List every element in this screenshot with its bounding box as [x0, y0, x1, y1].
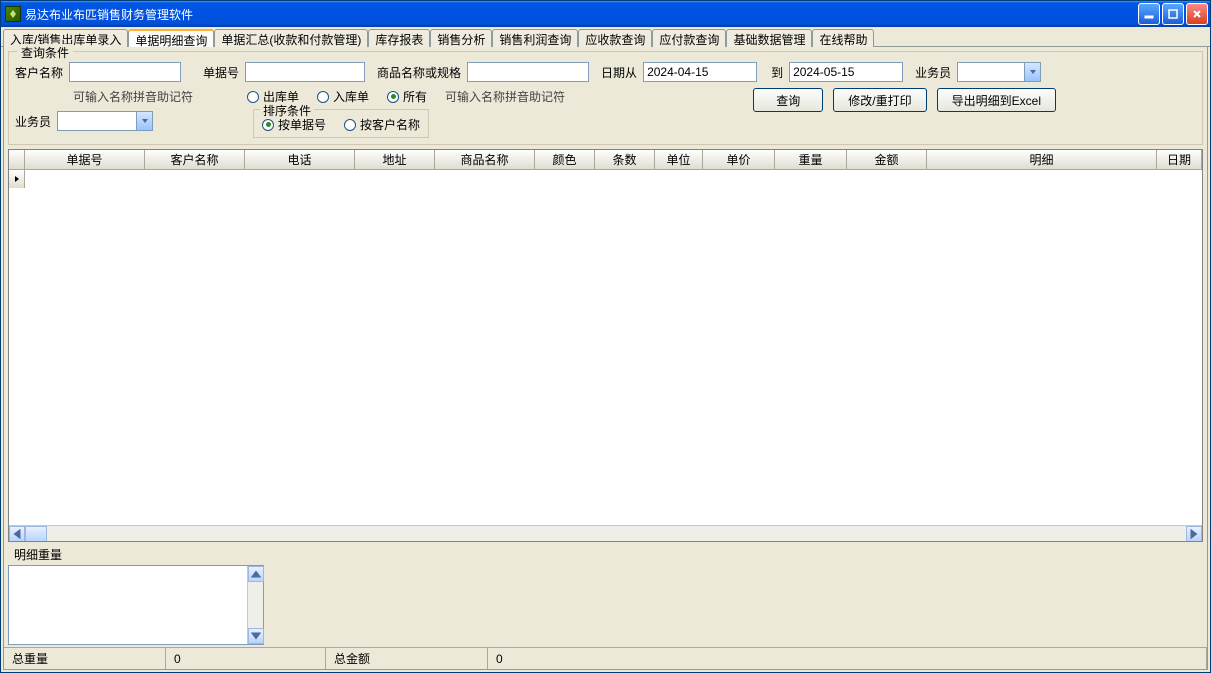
- customer-label: 客户名称: [15, 64, 63, 81]
- col-phone[interactable]: 电话: [245, 150, 355, 169]
- sales-combo[interactable]: [957, 62, 1041, 82]
- detail-area: 明细重量: [8, 546, 1203, 645]
- total-amount-label: 总金额: [326, 648, 488, 669]
- scroll-thumb[interactable]: [25, 526, 47, 542]
- chevron-down-icon[interactable]: [1024, 63, 1040, 81]
- date-from-label: 日期从: [601, 64, 637, 81]
- main-tabs: 入库/销售出库单录入 单据明细查询 单据汇总(收款和付款管理) 库存报表 销售分…: [1, 27, 1210, 47]
- col-detail[interactable]: 明细: [927, 150, 1157, 169]
- titlebar: 易达布业布匹销售财务管理软件: [1, 1, 1210, 27]
- product-label: 商品名称或规格: [377, 64, 461, 81]
- col-amount[interactable]: 金额: [847, 150, 927, 169]
- col-docno[interactable]: 单据号: [25, 150, 145, 169]
- tab-help[interactable]: 在线帮助: [812, 29, 874, 47]
- chevron-down-icon[interactable]: [136, 112, 152, 130]
- export-excel-button[interactable]: 导出明细到Excel: [937, 88, 1056, 112]
- window-title: 易达布业布匹销售财务管理软件: [25, 6, 1138, 23]
- date-from-input[interactable]: [643, 62, 757, 82]
- date-to-label: 到: [771, 64, 783, 81]
- sales-combo-input[interactable]: [958, 63, 1024, 81]
- tab-payable[interactable]: 应付款查询: [652, 29, 726, 47]
- date-to-input[interactable]: [789, 62, 903, 82]
- minimize-button[interactable]: [1138, 3, 1160, 25]
- radio-sort-customer[interactable]: 按客户名称: [344, 116, 420, 133]
- vertical-scrollbar[interactable]: [247, 566, 263, 644]
- row-indicator: [9, 170, 25, 188]
- scroll-up-icon[interactable]: [248, 566, 264, 582]
- col-weight[interactable]: 重量: [775, 150, 847, 169]
- query-button[interactable]: 查询: [753, 88, 823, 112]
- total-weight-value: 0: [166, 648, 326, 669]
- col-address[interactable]: 地址: [355, 150, 435, 169]
- tab-basic-data[interactable]: 基础数据管理: [726, 29, 812, 47]
- docno-label: 单据号: [203, 64, 239, 81]
- product-input[interactable]: [467, 62, 589, 82]
- sales-label: 业务员: [915, 64, 951, 81]
- col-unit[interactable]: 单位: [655, 150, 703, 169]
- grid-header: 单据号 客户名称 电话 地址 商品名称 颜色 条数 单位 单价 重量 金额 明细…: [9, 150, 1202, 170]
- status-bar: 总重量 0 总金额 0: [4, 647, 1207, 669]
- customer-input[interactable]: [69, 62, 181, 82]
- result-grid: 单据号 客户名称 电话 地址 商品名称 颜色 条数 单位 单价 重量 金额 明细…: [8, 149, 1203, 542]
- sales2-label: 业务员: [15, 113, 51, 130]
- col-date[interactable]: 日期: [1157, 150, 1202, 169]
- col-count[interactable]: 条数: [595, 150, 655, 169]
- app-icon: [5, 6, 21, 22]
- sales2-combo[interactable]: [57, 111, 153, 131]
- col-product[interactable]: 商品名称: [435, 150, 535, 169]
- tab-summary[interactable]: 单据汇总(收款和付款管理): [214, 29, 368, 47]
- sort-group: 排序条件 按单据号 按客户名称: [253, 109, 429, 138]
- tab-inventory-report[interactable]: 库存报表: [368, 29, 430, 47]
- detail-title: 明细重量: [14, 546, 1203, 563]
- customer-hint: 可输入名称拼音助记符: [73, 88, 193, 105]
- maximize-button[interactable]: [1162, 3, 1184, 25]
- tab-profit-query[interactable]: 销售利润查询: [492, 29, 578, 47]
- tab-sales-analysis[interactable]: 销售分析: [430, 29, 492, 47]
- sales2-combo-input[interactable]: [58, 112, 136, 130]
- tab-receivable[interactable]: 应收款查询: [578, 29, 652, 47]
- grid-body[interactable]: [9, 170, 1202, 525]
- col-indicator: [9, 150, 25, 169]
- reprint-button[interactable]: 修改/重打印: [833, 88, 926, 112]
- scroll-down-icon[interactable]: [248, 628, 264, 644]
- detail-textarea[interactable]: [9, 566, 247, 644]
- sort-title: 排序条件: [260, 102, 314, 119]
- col-customer[interactable]: 客户名称: [145, 150, 245, 169]
- col-color[interactable]: 颜色: [535, 150, 595, 169]
- total-amount-value: 0: [488, 648, 1207, 669]
- scroll-right-icon[interactable]: [1186, 526, 1202, 542]
- detail-weight-box: [8, 565, 264, 645]
- total-weight-label: 总重量: [4, 648, 166, 669]
- radio-inbound[interactable]: 入库单: [317, 88, 369, 105]
- close-button[interactable]: [1186, 3, 1208, 25]
- query-fieldset: 查询条件 客户名称 单据号 商品名称或规格 日期从 到 业务员: [8, 51, 1203, 145]
- radio-all[interactable]: 所有: [387, 88, 427, 105]
- tab-detail-query[interactable]: 单据明细查询: [128, 29, 214, 47]
- horizontal-scrollbar[interactable]: [9, 525, 1202, 541]
- query-title: 查询条件: [17, 44, 73, 61]
- docno-input[interactable]: [245, 62, 365, 82]
- col-price[interactable]: 单价: [703, 150, 775, 169]
- scroll-left-icon[interactable]: [9, 526, 25, 542]
- product-hint: 可输入名称拼音助记符: [445, 88, 565, 105]
